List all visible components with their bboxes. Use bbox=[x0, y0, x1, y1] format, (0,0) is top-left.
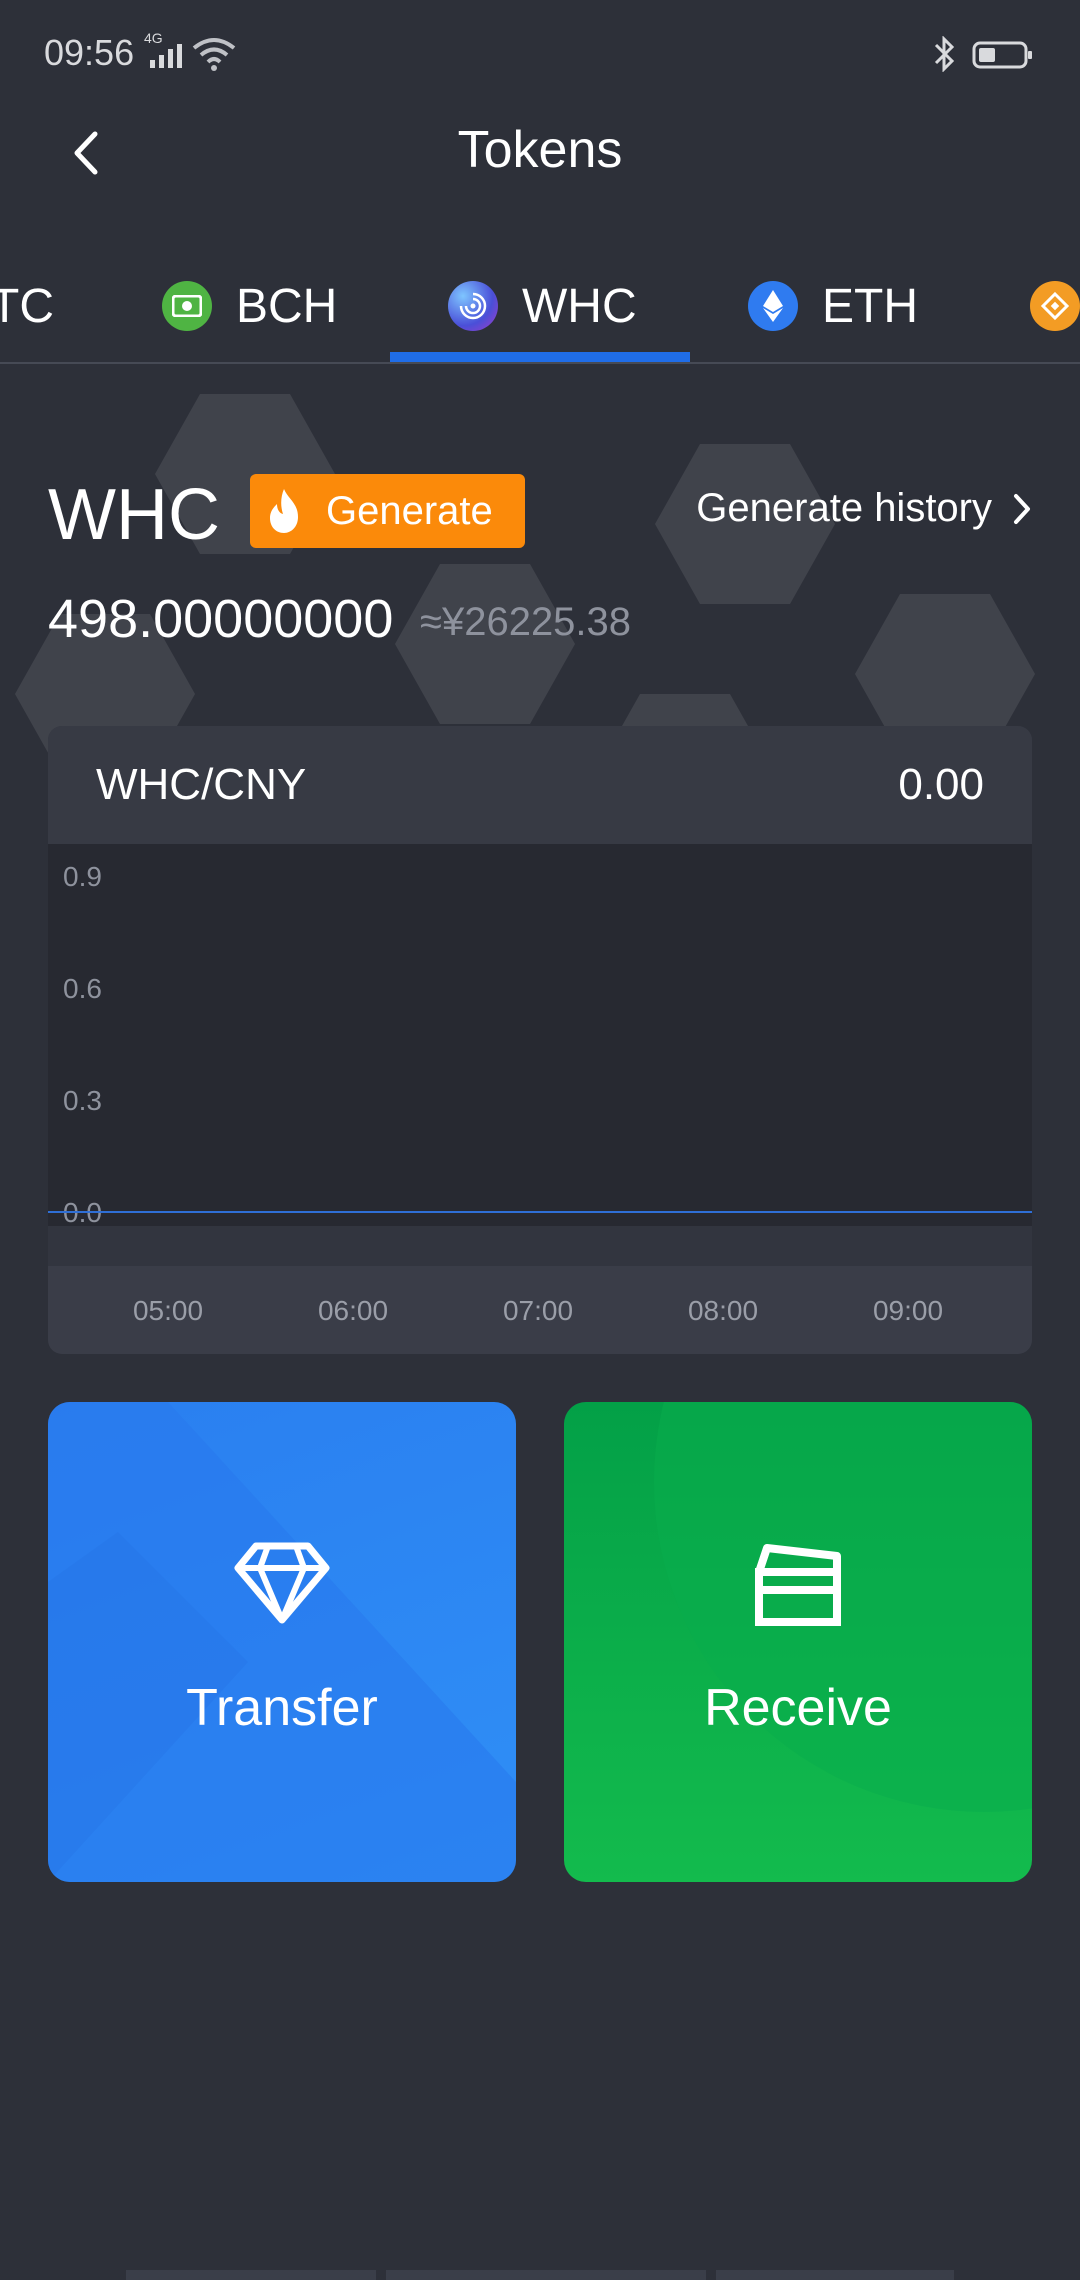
whc-coin-icon bbox=[448, 281, 498, 331]
bottom-nav-hint bbox=[126, 2270, 954, 2280]
x-tick-label: 06:00 bbox=[318, 1295, 388, 1326]
y-tick-label: 0.9 bbox=[63, 861, 102, 892]
generate-label: Generate bbox=[326, 488, 493, 533]
tab-bnb[interactable] bbox=[1030, 250, 1080, 362]
chevron-right-icon bbox=[1014, 493, 1030, 524]
status-time: 09:56 bbox=[44, 32, 135, 73]
y-tick-label: 0.3 bbox=[63, 1085, 102, 1116]
tab-label: BCH bbox=[236, 279, 338, 333]
flame-icon bbox=[270, 489, 298, 533]
generate-history-label: Generate history bbox=[696, 486, 992, 530]
price-chart-card: WHC/CNY 0.00 0.9 0.6 0.3 0.0 05:00 06:00 07:00… bbox=[48, 726, 1032, 1354]
eth-coin-icon bbox=[748, 281, 798, 331]
battery-icon bbox=[972, 41, 1032, 69]
token-balance: 498.00000000 bbox=[48, 589, 394, 649]
x-tick-label: 07:00 bbox=[503, 1295, 573, 1326]
signal-icon bbox=[150, 44, 182, 68]
generate-history-link[interactable]: Generate history bbox=[696, 486, 1032, 531]
token-tabs: TC BCH WHC ETH bbox=[0, 250, 1080, 362]
wifi-icon bbox=[192, 38, 236, 71]
tab-eth[interactable]: ETH bbox=[748, 250, 918, 362]
active-tab-indicator bbox=[390, 352, 690, 362]
tab-label: ETH bbox=[822, 279, 918, 333]
transfer-decoration bbox=[48, 1402, 516, 1882]
transfer-button[interactable]: Transfer bbox=[48, 1402, 516, 1882]
tab-bch[interactable]: BCH bbox=[162, 250, 337, 362]
x-tick-label: 05:00 bbox=[133, 1295, 203, 1326]
bnb-coin-icon bbox=[1030, 281, 1080, 331]
token-symbol: WHC bbox=[48, 475, 220, 555]
bluetooth-icon bbox=[934, 36, 955, 72]
x-tick-label: 09:00 bbox=[873, 1295, 943, 1326]
receive-button[interactable]: Receive bbox=[564, 1402, 1032, 1882]
generate-button[interactable]: Generate bbox=[250, 474, 525, 548]
diamond-icon bbox=[234, 1542, 330, 1624]
tab-whc[interactable]: WHC bbox=[448, 250, 637, 362]
receipt-icon bbox=[755, 1544, 841, 1626]
bch-coin-icon bbox=[162, 281, 212, 331]
tab-btc[interactable]: TC bbox=[0, 250, 54, 362]
fiat-balance: ≈¥26225.38 bbox=[420, 600, 632, 644]
x-tick-label: 08:00 bbox=[688, 1295, 758, 1326]
page-title: Tokens bbox=[457, 121, 623, 179]
transfer-label: Transfer bbox=[186, 1679, 378, 1737]
receive-label: Receive bbox=[704, 1679, 892, 1737]
tab-label: TC bbox=[0, 279, 54, 333]
price-chart: 0.90.60.30.005:00 06:00 07:00 08:00 09:00 bbox=[48, 861, 1032, 1326]
receive-decoration bbox=[654, 1402, 1032, 1812]
y-tick-label: 0.6 bbox=[63, 973, 102, 1004]
tab-label: WHC bbox=[522, 279, 637, 333]
